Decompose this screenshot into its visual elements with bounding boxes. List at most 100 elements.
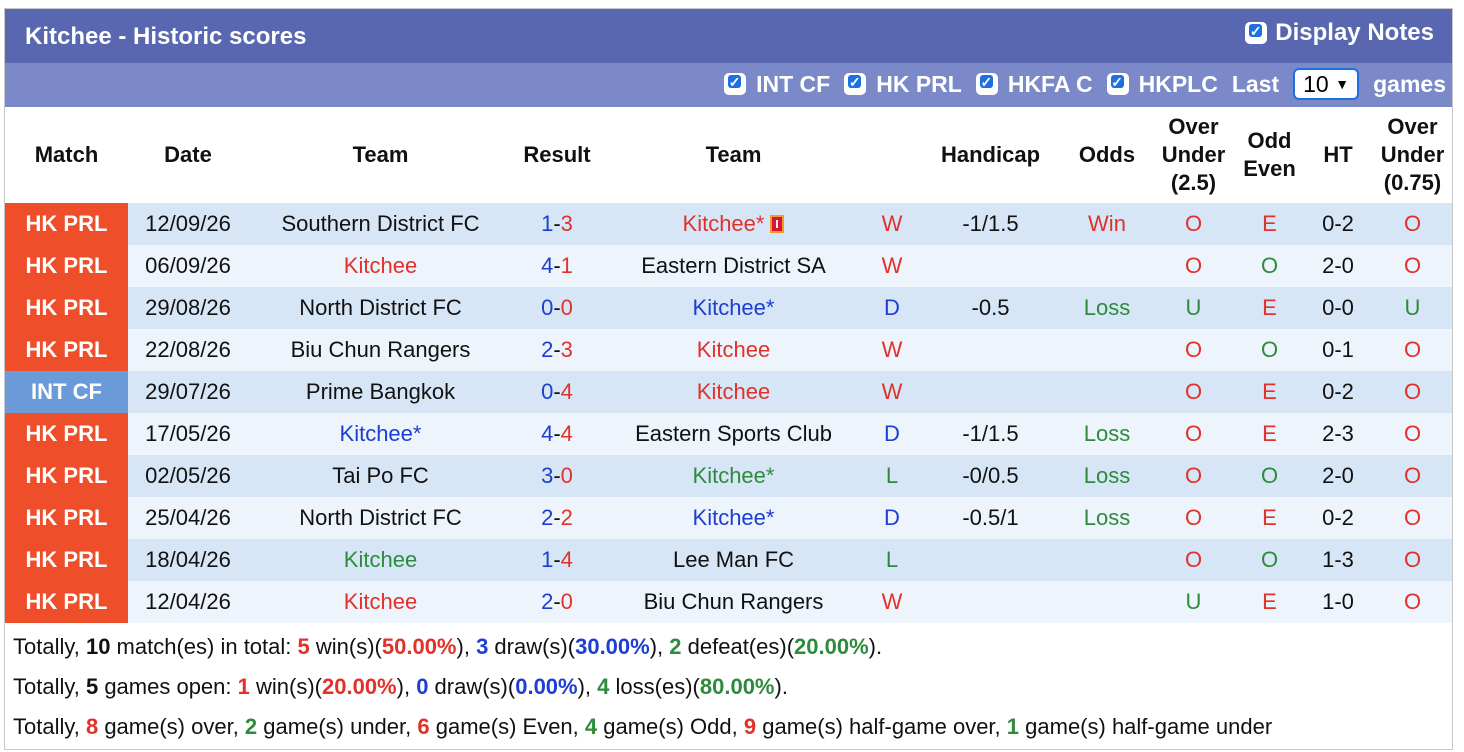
col-ou2-line1: Over bbox=[1387, 114, 1438, 139]
checkmark-icon: ✓ bbox=[1111, 74, 1123, 90]
display-notes-checkbox[interactable]: ✓ bbox=[1245, 22, 1268, 44]
home-team[interactable]: Southern District FC bbox=[248, 203, 513, 245]
home-score: 2 bbox=[541, 505, 554, 530]
away-team[interactable]: Eastern Sports Club bbox=[601, 413, 866, 455]
over-under-0-75: U bbox=[1373, 287, 1452, 329]
odds-result: Win bbox=[1063, 203, 1151, 245]
filter-int-cf[interactable]: ✓ INT CF bbox=[724, 71, 830, 98]
home-team[interactable]: Biu Chun Rangers bbox=[248, 329, 513, 371]
over-under-2-5: O bbox=[1151, 413, 1236, 455]
col-handicap: Handicap bbox=[940, 142, 1041, 167]
away-score: 4 bbox=[560, 547, 573, 572]
col-odds: Odds bbox=[1078, 142, 1136, 167]
half-time-score: 0-1 bbox=[1303, 329, 1373, 371]
over-under-2-5: U bbox=[1151, 287, 1236, 329]
league-badge[interactable]: HK PRL bbox=[5, 203, 128, 245]
league-badge[interactable]: HK PRL bbox=[5, 413, 128, 455]
checkmark-icon: ✓ bbox=[728, 74, 741, 90]
score-separator: - bbox=[553, 505, 561, 530]
filter-hk-prl-checkbox[interactable]: ✓ bbox=[844, 73, 867, 95]
filter-hkfa-c[interactable]: ✓ HKFA C bbox=[975, 70, 1093, 98]
win-loss-indicator: D bbox=[866, 497, 918, 539]
handicap-value bbox=[918, 581, 1063, 623]
match-result[interactable]: 2-3 bbox=[513, 329, 601, 371]
over-under-2-5: U bbox=[1151, 581, 1236, 623]
col-match: Match bbox=[34, 142, 99, 167]
home-score: 0 bbox=[541, 295, 554, 320]
win-loss-indicator: D bbox=[866, 413, 918, 455]
league-badge[interactable]: INT CF bbox=[5, 371, 128, 413]
match-date: 17/05/26 bbox=[128, 413, 248, 455]
win-loss-indicator: L bbox=[866, 539, 918, 581]
games-count-value: 10 bbox=[1303, 70, 1329, 97]
match-result[interactable]: 4-1 bbox=[513, 245, 601, 287]
league-badge[interactable]: HK PRL bbox=[5, 497, 128, 539]
table-row: HK PRL 29/08/26 North District FC 0-0 Kitche… bbox=[5, 287, 1452, 329]
away-team[interactable]: Kitchee* bbox=[601, 203, 866, 245]
home-team[interactable]: Prime Bangkok bbox=[248, 371, 513, 413]
home-team[interactable]: Kitchee bbox=[248, 539, 513, 581]
away-team[interactable]: Biu Chun Rangers bbox=[601, 581, 866, 623]
over-under-0-75: O bbox=[1373, 539, 1452, 581]
scores-table: Match Date Team Result Team Handicap Odd… bbox=[5, 107, 1452, 623]
home-team[interactable]: Tai Po FC bbox=[248, 455, 513, 497]
match-date: 12/04/26 bbox=[128, 581, 248, 623]
league-badge[interactable]: HK PRL bbox=[5, 245, 128, 287]
away-team[interactable]: Eastern District SA bbox=[601, 245, 866, 287]
games-count-select[interactable]: 10 ▼ bbox=[1293, 68, 1360, 100]
away-team-name: Kitchee* bbox=[682, 211, 765, 236]
match-result[interactable]: 0-4 bbox=[513, 371, 601, 413]
home-team[interactable]: North District FC bbox=[248, 497, 513, 539]
col-over-under-2-5: Over Under (2.5) bbox=[1151, 107, 1236, 203]
away-score: 4 bbox=[560, 421, 573, 446]
match-result[interactable]: 1-3 bbox=[513, 203, 601, 245]
filter-hkfa-c-checkbox[interactable]: ✓ bbox=[975, 73, 998, 95]
checkmark-icon: ✓ bbox=[980, 74, 993, 90]
filter-hkplc-checkbox[interactable]: ✓ bbox=[1106, 73, 1129, 95]
away-team-name: Kitchee bbox=[696, 337, 771, 362]
home-team[interactable]: Kitchee bbox=[248, 581, 513, 623]
filter-hkfa-c-label: HKFA C bbox=[1007, 70, 1093, 97]
home-team[interactable]: Kitchee bbox=[248, 245, 513, 287]
filter-hkplc[interactable]: ✓ HKPLC bbox=[1106, 71, 1218, 98]
away-team[interactable]: Kitchee* bbox=[601, 455, 866, 497]
match-result[interactable]: 2-2 bbox=[513, 497, 601, 539]
league-badge[interactable]: HK PRL bbox=[5, 329, 128, 371]
table-body: HK PRL 12/09/26 Southern District FC 1-3 Kit… bbox=[5, 203, 1452, 623]
filter-hk-prl[interactable]: ✓ HK PRL bbox=[844, 71, 962, 98]
match-result[interactable]: 0-0 bbox=[513, 287, 601, 329]
over-under-2-5: O bbox=[1151, 245, 1236, 287]
league-badge[interactable]: HK PRL bbox=[5, 539, 128, 581]
filter-bar: ✓ INT CF ✓ HK PRL ✓ HKFA C ✓ HKPLC Last … bbox=[5, 63, 1452, 107]
half-time-score: 2-0 bbox=[1303, 455, 1373, 497]
away-team[interactable]: Kitchee bbox=[601, 371, 866, 413]
away-team[interactable]: Kitchee* bbox=[601, 287, 866, 329]
odds-result: Loss bbox=[1063, 455, 1151, 497]
match-result[interactable]: 1-4 bbox=[513, 539, 601, 581]
handicap-value: -0/0.5 bbox=[918, 455, 1063, 497]
filter-int-cf-checkbox[interactable]: ✓ bbox=[724, 73, 747, 95]
col-result: Result bbox=[523, 142, 591, 167]
away-team[interactable]: Kitchee* bbox=[601, 497, 866, 539]
match-result[interactable]: 3-0 bbox=[513, 455, 601, 497]
away-score: 1 bbox=[560, 253, 573, 278]
over-under-0-75: O bbox=[1373, 203, 1452, 245]
home-score: 2 bbox=[541, 589, 554, 614]
league-badge[interactable]: HK PRL bbox=[5, 581, 128, 623]
half-time-score: 0-0 bbox=[1303, 287, 1373, 329]
home-team[interactable]: Kitchee* bbox=[248, 413, 513, 455]
home-team[interactable]: North District FC bbox=[248, 287, 513, 329]
away-team[interactable]: Kitchee bbox=[601, 329, 866, 371]
league-badge[interactable]: HK PRL bbox=[5, 455, 128, 497]
league-badge[interactable]: HK PRL bbox=[5, 287, 128, 329]
table-row: INT CF 29/07/26 Prime Bangkok 0-4 Kitchee W O E… bbox=[5, 371, 1452, 413]
match-result[interactable]: 2-0 bbox=[513, 581, 601, 623]
half-time-score: 0-2 bbox=[1303, 371, 1373, 413]
table-row: HK PRL 25/04/26 North District FC 2-2 Kitche… bbox=[5, 497, 1452, 539]
away-team[interactable]: Lee Man FC bbox=[601, 539, 866, 581]
match-result[interactable]: 4-4 bbox=[513, 413, 601, 455]
display-notes-toggle[interactable]: ✓ Display Notes bbox=[1245, 19, 1434, 47]
chevron-down-icon: ▼ bbox=[1335, 76, 1350, 92]
half-time-score: 1-3 bbox=[1303, 539, 1373, 581]
match-date: 02/05/26 bbox=[128, 455, 248, 497]
